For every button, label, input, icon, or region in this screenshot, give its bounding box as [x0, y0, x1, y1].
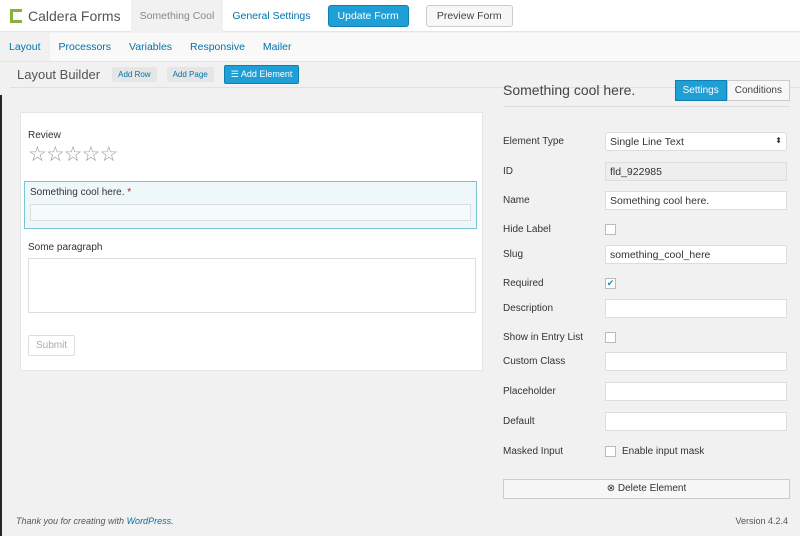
update-form-button[interactable]: Update Form	[327, 4, 409, 27]
star-icon[interactable]: ☆	[64, 143, 83, 166]
wordpress-link[interactable]: WordPress	[127, 516, 172, 526]
text-input-preview[interactable]	[30, 204, 471, 221]
id-label: ID	[503, 166, 513, 177]
sub-nav: Layout Processors Variables Responsive M…	[0, 33, 800, 62]
slug-label: Slug	[503, 249, 524, 260]
required-label: Required	[503, 278, 544, 289]
masked-input-checkbox[interactable]	[605, 446, 616, 457]
element-type-select[interactable]: Single Line Text ⬍	[605, 132, 787, 151]
tab-settings[interactable]: Settings	[674, 79, 727, 101]
footer-thanks: Thank you for creating with WordPress.	[16, 516, 174, 526]
tab-general-settings[interactable]: General Settings	[223, 0, 319, 32]
check-icon: ✔	[606, 278, 615, 288]
tab-mailer[interactable]: Mailer	[254, 33, 301, 61]
paragraph-field[interactable]: Some paragraph	[28, 242, 476, 313]
thanks-text: Thank you for creating with	[16, 516, 127, 526]
add-row-button[interactable]: Add Row	[112, 67, 157, 82]
entry-list-label: Show in Entry List	[503, 332, 584, 343]
masked-input-option: Enable input mask	[622, 446, 705, 457]
submit-button[interactable]: Submit	[28, 335, 76, 356]
placeholder-label: Placeholder	[503, 386, 556, 397]
logo: Caldera Forms	[0, 0, 131, 32]
tab-layout[interactable]: Layout	[0, 33, 50, 61]
review-label: Review	[28, 130, 61, 141]
star-icon[interactable]: ☆	[81, 143, 100, 166]
masked-input-label: Masked Input	[503, 446, 564, 457]
top-bar: Caldera Forms Something Cool General Set…	[0, 0, 800, 32]
add-element-button[interactable]: ☰ Add Element	[223, 65, 300, 84]
tab-variables[interactable]: Variables	[120, 33, 181, 61]
layout-builder-title: Layout Builder	[17, 67, 101, 82]
close-circle-icon: ⊗	[606, 483, 618, 494]
star-icon[interactable]: ☆	[99, 143, 118, 166]
description-input[interactable]	[605, 299, 787, 318]
default-label: Default	[503, 416, 535, 427]
star-icon[interactable]: ☆	[46, 143, 65, 166]
tab-responsive[interactable]: Responsive	[181, 33, 254, 61]
required-checkbox[interactable]: ✔	[605, 278, 616, 289]
slug-input[interactable]: something_cool_here	[605, 245, 787, 264]
selected-field[interactable]: Something cool here. *	[24, 181, 477, 229]
caldera-logo-icon	[10, 8, 22, 23]
tab-form-name[interactable]: Something Cool	[130, 0, 224, 32]
thanks-dot: .	[171, 516, 174, 526]
preview-form-button[interactable]: Preview Form	[425, 4, 513, 27]
default-input[interactable]	[605, 412, 787, 431]
hide-label-checkbox[interactable]	[605, 224, 616, 235]
delete-element-button[interactable]: ⊗ Delete Element	[503, 479, 790, 499]
name-input[interactable]: Something cool here.	[605, 191, 787, 210]
star-icon[interactable]: ☆	[28, 143, 47, 166]
review-field[interactable]: Review ☆☆☆☆☆	[28, 130, 118, 167]
form-preview: Review ☆☆☆☆☆ Something cool here. * Some…	[20, 112, 483, 371]
required-mark: *	[127, 187, 132, 198]
textarea-preview[interactable]	[28, 258, 476, 313]
id-field: fld_922985	[605, 162, 787, 181]
add-page-button[interactable]: Add Page	[166, 67, 214, 82]
description-label: Description	[503, 303, 554, 314]
field-label: Something cool here.	[30, 187, 125, 198]
add-element-label: Add Element	[240, 69, 293, 79]
menu-icon: ☰	[230, 69, 241, 79]
placeholder-input[interactable]	[605, 382, 787, 401]
tab-conditions[interactable]: Conditions	[726, 79, 790, 101]
app-name: Caldera Forms	[28, 7, 121, 24]
panel-title: Something cool here.	[503, 82, 636, 98]
tab-processors[interactable]: Processors	[50, 33, 121, 61]
delete-label: Delete Element	[617, 483, 687, 494]
element-type-label: Element Type	[503, 136, 564, 147]
left-edge	[0, 95, 2, 536]
paragraph-label: Some paragraph	[28, 242, 103, 253]
element-type-value: Single Line Text	[610, 136, 684, 148]
custom-class-input[interactable]	[605, 352, 787, 371]
select-arrows-icon: ⬍	[775, 136, 782, 145]
entry-list-checkbox[interactable]	[605, 332, 616, 343]
name-label: Name	[503, 195, 530, 206]
star-rating[interactable]: ☆☆☆☆☆	[28, 142, 118, 167]
custom-class-label: Custom Class	[503, 356, 566, 367]
hide-label-label: Hide Label	[503, 224, 551, 235]
version-text: Version 4.2.4	[735, 516, 788, 526]
